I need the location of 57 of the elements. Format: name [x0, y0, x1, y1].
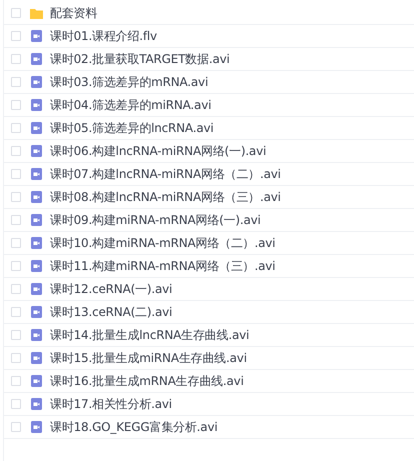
video-file-icon	[31, 283, 42, 295]
video-file-icon	[31, 260, 42, 272]
checkbox[interactable]	[11, 399, 21, 409]
video-file-icon	[31, 76, 42, 88]
file-name[interactable]: 课时03.筛选差异的mRNA.avi	[50, 74, 208, 90]
video-file-icon	[31, 191, 42, 203]
file-name[interactable]: 课时14.批量生成lncRNA生存曲线.avi	[50, 326, 250, 344]
checkbox[interactable]	[11, 284, 21, 294]
checkbox[interactable]	[11, 261, 21, 271]
file-name[interactable]: 课时09.构建miRNA-mRNA网络(一).avi	[50, 212, 261, 228]
checkbox[interactable]	[11, 376, 21, 386]
checkbox[interactable]	[11, 100, 21, 110]
file-name[interactable]: 配套资料	[50, 4, 98, 22]
video-file-icon	[31, 306, 42, 318]
file-name[interactable]: 课时02.批量获取TARGET数据.avi	[50, 50, 230, 68]
file-name[interactable]: 课时05.筛选差异的lncRNA.avi	[50, 120, 214, 136]
checkbox[interactable]	[11, 8, 21, 18]
checkbox[interactable]	[11, 169, 21, 179]
checkbox[interactable]	[11, 54, 21, 64]
folder-icon	[30, 8, 43, 18]
file-name[interactable]: 课时11.构建miRNA-mRNA网络（三）.avi	[50, 258, 276, 274]
file-name[interactable]: 课时18.GO_KEGG富集分析.avi	[50, 418, 218, 436]
file-name[interactable]: 课时17.相关性分析.avi	[50, 396, 172, 412]
video-file-icon	[31, 168, 42, 180]
checkbox[interactable]	[11, 123, 21, 133]
checkbox[interactable]	[11, 238, 21, 248]
video-file-icon	[31, 237, 42, 249]
checkbox[interactable]	[11, 353, 21, 363]
video-file-icon	[31, 122, 42, 134]
file-name[interactable]: 课时13.ceRNA(二).avi	[50, 304, 172, 320]
checkbox[interactable]	[11, 192, 21, 202]
checkbox[interactable]	[11, 31, 21, 41]
video-file-icon	[31, 99, 42, 111]
video-file-icon	[31, 145, 42, 157]
file-name[interactable]: 课时06.构建lncRNA-miRNA网络(一).avi	[50, 142, 266, 160]
checkbox[interactable]	[11, 422, 21, 432]
video-file-icon	[31, 53, 42, 65]
video-file-icon	[31, 375, 42, 387]
checkbox[interactable]	[11, 307, 21, 317]
file-name[interactable]: 课时01.课程介绍.flv	[50, 28, 157, 44]
checkbox[interactable]	[11, 146, 21, 156]
file-name[interactable]: 课时10.构建miRNA-mRNA网络（二）.avi	[50, 234, 276, 252]
checkbox[interactable]	[11, 330, 21, 340]
video-file-icon	[31, 214, 42, 226]
file-name[interactable]: 课时16.批量生成mRNA生存曲线.avi	[50, 372, 244, 390]
file-name[interactable]: 课时15.批量生成miRNA生存曲线.avi	[50, 350, 247, 366]
file-name[interactable]: 课时04.筛选差异的miRNA.avi	[50, 96, 212, 114]
video-file-icon	[31, 352, 42, 364]
video-file-icon	[31, 398, 42, 410]
video-file-icon	[31, 329, 42, 341]
checkbox[interactable]	[11, 77, 21, 87]
file-name[interactable]: 课时08.构建lncRNA-miRNA网络（三）.avi	[50, 188, 281, 206]
video-file-icon	[31, 30, 42, 42]
file-name[interactable]: 课时12.ceRNA(一).avi	[50, 280, 172, 298]
file-name[interactable]: 课时07.构建lncRNA-miRNA网络（二）.avi	[50, 166, 281, 182]
video-file-icon	[31, 421, 42, 433]
checkbox[interactable]	[11, 215, 21, 225]
